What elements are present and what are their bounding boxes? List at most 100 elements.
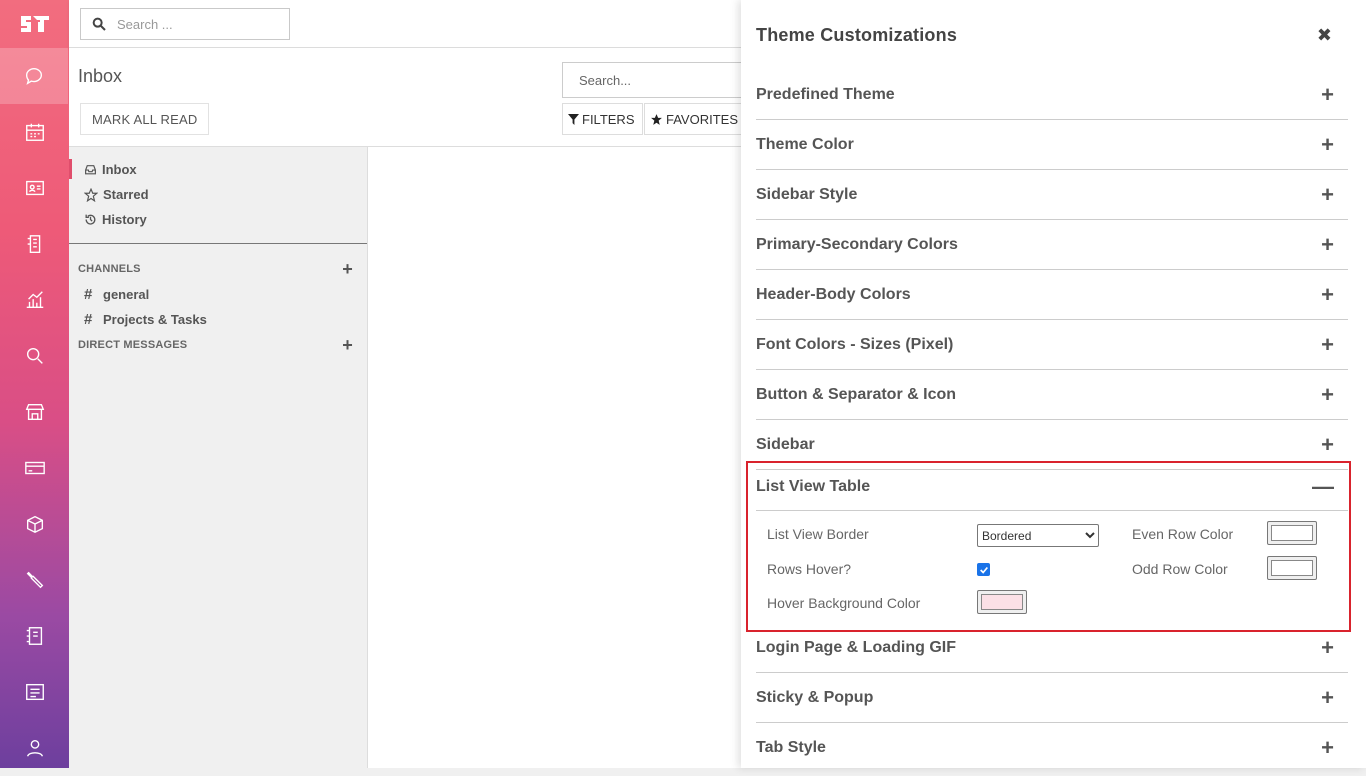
list-view-border-label: List View Border [767, 526, 869, 542]
global-search-box[interactable] [80, 8, 290, 40]
accordion-label: Sidebar [756, 435, 815, 453]
accordion-header[interactable]: Sidebar Style + [756, 170, 1348, 220]
plus-icon[interactable]: + [1321, 183, 1334, 206]
accordion-label: List View Table [756, 477, 871, 495]
channels-section-header: CHANNELS + [69, 256, 367, 282]
accordion-header-list-view-table[interactable]: List View Table — [756, 463, 1348, 511]
even-row-color-picker[interactable] [1267, 521, 1317, 545]
theme-panel-header: Theme Customizations ✖ [741, 0, 1366, 70]
plus-icon[interactable]: + [1321, 283, 1334, 306]
search-icon [81, 16, 117, 32]
accordion-header[interactable]: Sticky & Popup + [756, 673, 1348, 723]
channel-label: general [103, 287, 150, 302]
settings-tool-icon[interactable] [0, 552, 69, 608]
accordion-label: Tab Style [756, 738, 826, 756]
filters-button[interactable]: FILTERS [562, 103, 643, 135]
sidebar-item-inbox[interactable]: Inbox [69, 157, 367, 182]
sidebar-item-label: History [102, 212, 147, 227]
minus-icon[interactable]: — [1312, 475, 1334, 498]
invoicing-app-icon[interactable] [0, 440, 69, 496]
accordion-label: Theme Color [756, 135, 854, 153]
favorites-button[interactable]: FAVORITES [644, 103, 746, 135]
global-search-input[interactable] [117, 16, 277, 32]
accordion-header[interactable]: Button & Separator & Icon + [756, 370, 1348, 420]
plus-icon[interactable]: + [1321, 383, 1334, 406]
hover-background-color-picker[interactable] [977, 590, 1027, 614]
accordion-header[interactable]: Theme Color + [756, 120, 1348, 170]
favorites-label: FAVORITES [666, 111, 738, 127]
close-icon[interactable]: ✖ [1317, 25, 1332, 46]
page-title: Inbox [78, 66, 123, 86]
add-direct-message-icon[interactable]: + [342, 335, 353, 356]
discuss-sidebar: Inbox Starred History CHANNELS + # gener… [69, 147, 368, 768]
discuss-app-icon[interactable] [0, 48, 68, 104]
accordion-header[interactable]: Predefined Theme + [756, 70, 1348, 120]
star-outline-icon [84, 187, 98, 202]
store-app-icon[interactable] [0, 384, 69, 440]
discuss-search-input[interactable] [579, 72, 749, 88]
channels-header-label: CHANNELS [78, 263, 141, 275]
plus-icon[interactable]: + [1321, 636, 1334, 659]
inventory-app-icon[interactable] [0, 496, 69, 552]
accordion-list-view-table: List View Table — List View Border Borde… [746, 461, 1351, 632]
accordion-sections-after: Login Page & Loading GIF + Sticky & Popup +… [741, 623, 1366, 768]
accordion-label: Sidebar Style [756, 185, 858, 203]
accordion-label: Login Page & Loading GIF [756, 638, 956, 656]
accordion-header[interactable]: Tab Style + [756, 723, 1348, 768]
reporting-app-icon[interactable] [0, 272, 69, 328]
odd-row-color-picker[interactable] [1267, 556, 1317, 580]
filters-label: FILTERS [582, 111, 635, 127]
accordion-header[interactable]: Login Page & Loading GIF + [756, 623, 1348, 673]
accordion-header[interactable]: Font Colors - Sizes (Pixel) + [756, 320, 1348, 370]
calendar-app-icon[interactable] [0, 104, 69, 160]
accordion-label: Primary-Secondary Colors [756, 235, 958, 253]
direct-messages-header-label: DIRECT MESSAGES [78, 339, 188, 351]
accordion-label: Sticky & Popup [756, 688, 874, 706]
channel-label: Projects & Tasks [103, 312, 207, 327]
hash-icon: # [84, 286, 93, 303]
even-row-color-label: Even Row Color [1132, 526, 1234, 542]
accordion-label: Font Colors - Sizes (Pixel) [756, 335, 954, 353]
accordion-label: Header-Body Colors [756, 285, 911, 303]
app-logo[interactable] [0, 0, 69, 48]
app-sidebar [0, 0, 69, 768]
accordion-label: Button & Separator & Icon [756, 385, 957, 403]
accordion-label: Predefined Theme [756, 85, 895, 103]
contacts-app-icon[interactable] [0, 160, 69, 216]
mailbox-nav: Inbox Starred History [69, 147, 367, 244]
check-icon [979, 566, 988, 574]
purchase-app-icon[interactable] [0, 664, 69, 720]
plus-icon[interactable]: + [1321, 686, 1334, 709]
history-icon [85, 214, 96, 225]
odd-row-color-label: Odd Row Color [1132, 561, 1228, 577]
plus-icon[interactable]: + [1321, 736, 1334, 759]
accordion-header[interactable]: Header-Body Colors + [756, 270, 1348, 320]
add-channel-icon[interactable]: + [342, 259, 353, 280]
star-icon [651, 113, 662, 125]
filter-icon [568, 113, 579, 125]
plus-icon[interactable]: + [1321, 433, 1334, 456]
sidebar-item-label: Inbox [102, 162, 137, 177]
plus-icon[interactable]: + [1321, 233, 1334, 256]
mark-all-read-button[interactable]: MARK ALL READ [80, 103, 210, 135]
documents-app-icon[interactable] [0, 608, 69, 664]
sidebar-item-starred[interactable]: Starred [69, 182, 367, 207]
inbox-icon [85, 165, 96, 175]
accordion-header[interactable]: Primary-Secondary Colors + [756, 220, 1348, 270]
list-view-border-select[interactable]: Bordered [977, 524, 1099, 547]
plus-icon[interactable]: + [1321, 133, 1334, 156]
plus-icon[interactable]: + [1321, 83, 1334, 106]
hover-background-color-label: Hover Background Color [767, 595, 921, 611]
odd-row-color-swatch [1271, 560, 1313, 576]
sidebar-item-history[interactable]: History [69, 207, 367, 232]
crm-app-icon[interactable] [0, 216, 69, 272]
discuss-search-box[interactable] [562, 62, 752, 98]
channel-item-general[interactable]: # general [69, 282, 367, 307]
accordion-sections-before: Predefined Theme + Theme Color + Sidebar Sty… [741, 70, 1366, 470]
theme-customizations-panel: Theme Customizations ✖ Predefined Theme +… [741, 0, 1366, 768]
channel-item-projects-tasks[interactable]: # Projects & Tasks [69, 307, 367, 332]
search-app-icon[interactable] [0, 328, 69, 384]
rows-hover-checkbox[interactable] [977, 563, 990, 576]
direct-messages-section-header: DIRECT MESSAGES + [69, 332, 367, 358]
plus-icon[interactable]: + [1321, 333, 1334, 356]
